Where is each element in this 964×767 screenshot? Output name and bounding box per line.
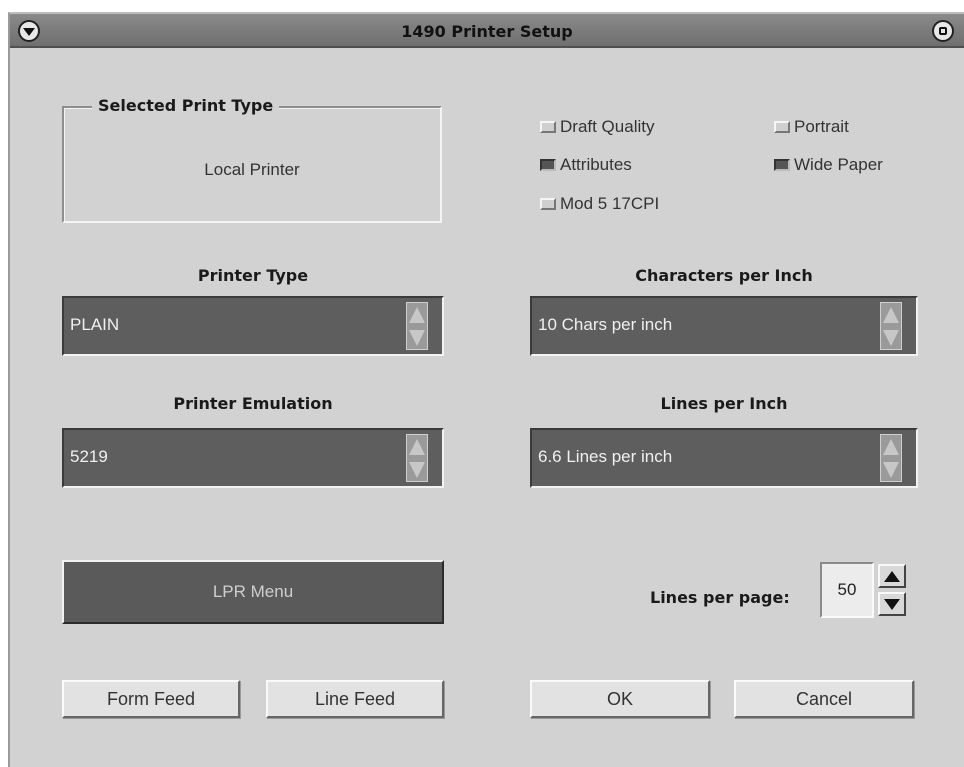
spin-down-icon (409, 329, 425, 346)
printer-type-arrows[interactable] (406, 302, 428, 350)
spin-down-icon (409, 461, 425, 478)
draft-quality-checkbox[interactable]: Draft Quality (540, 117, 654, 137)
portrait-label: Portrait (794, 117, 849, 136)
mod5-17cpi-label: Mod 5 17CPI (560, 194, 660, 213)
printer-type-label: Printer Type (197, 266, 309, 285)
wide-paper-label: Wide Paper (794, 155, 883, 174)
line-feed-button[interactable]: Line Feed (266, 680, 444, 718)
wide-paper-toggle[interactable] (774, 159, 790, 171)
lines-per-page-decrement-button[interactable] (878, 592, 906, 616)
printer-emulation-label: Printer Emulation (173, 394, 333, 413)
characters-per-inch-label: Characters per Inch (635, 266, 813, 285)
printer-emulation-arrows[interactable] (406, 434, 428, 482)
printer-emulation-spinbox[interactable]: 5219 (62, 428, 444, 488)
mod5-17cpi-toggle[interactable] (540, 198, 556, 210)
draft-quality-label: Draft Quality (560, 117, 655, 136)
arrow-down-icon (884, 598, 900, 610)
wide-paper-checkbox[interactable]: Wide Paper (774, 155, 883, 175)
selected-print-type-group: Selected Print Type Local Printer (62, 96, 442, 223)
characters-per-inch-value: 10 Chars per inch (538, 315, 673, 334)
printer-emulation-value: 5219 (70, 447, 108, 466)
window-title: 1490 Printer Setup (401, 22, 573, 41)
printer-setup-window: 1490 Printer Setup Selected Print Type L… (8, 12, 964, 767)
portrait-toggle[interactable] (774, 121, 790, 133)
window-restore-button[interactable] (932, 20, 954, 42)
spin-up-icon (883, 438, 899, 455)
mod5-17cpi-checkbox[interactable]: Mod 5 17CPI (540, 194, 659, 214)
lines-per-inch-value: 6.6 Lines per inch (538, 447, 673, 466)
spin-up-icon (883, 306, 899, 323)
ok-button[interactable]: OK (530, 680, 710, 718)
portrait-checkbox[interactable]: Portrait (774, 117, 849, 137)
lines-per-page-label: Lines per page: (650, 588, 790, 607)
lines-per-page-input[interactable]: 50 (820, 562, 874, 618)
arrow-up-icon (884, 570, 900, 582)
attributes-toggle[interactable] (540, 159, 556, 171)
draft-quality-toggle[interactable] (540, 121, 556, 133)
spin-down-icon (883, 461, 899, 478)
lines-per-page-stepper (878, 564, 906, 616)
lines-per-page-increment-button[interactable] (878, 564, 906, 588)
selected-print-type-value: Local Printer (204, 160, 300, 179)
window-restore-icon (939, 27, 947, 35)
attributes-label: Attributes (560, 155, 632, 174)
cancel-button[interactable]: Cancel (734, 680, 914, 718)
characters-per-inch-spinbox[interactable]: 10 Chars per inch (530, 296, 918, 356)
titlebar[interactable]: 1490 Printer Setup (10, 14, 964, 48)
spin-up-icon (409, 306, 425, 323)
selected-print-type-legend: Selected Print Type (92, 96, 280, 115)
lpr-menu-button[interactable]: LPR Menu (62, 560, 444, 624)
characters-per-inch-arrows[interactable] (880, 302, 902, 350)
printer-type-spinbox[interactable]: PLAIN (62, 296, 444, 356)
spin-down-icon (883, 329, 899, 346)
lines-per-inch-arrows[interactable] (880, 434, 902, 482)
lines-per-inch-label: Lines per Inch (660, 394, 788, 413)
form-feed-button[interactable]: Form Feed (62, 680, 240, 718)
attributes-checkbox[interactable]: Attributes (540, 155, 632, 175)
printer-type-value: PLAIN (70, 315, 120, 334)
lines-per-inch-spinbox[interactable]: 6.6 Lines per inch (530, 428, 918, 488)
spin-up-icon (409, 438, 425, 455)
